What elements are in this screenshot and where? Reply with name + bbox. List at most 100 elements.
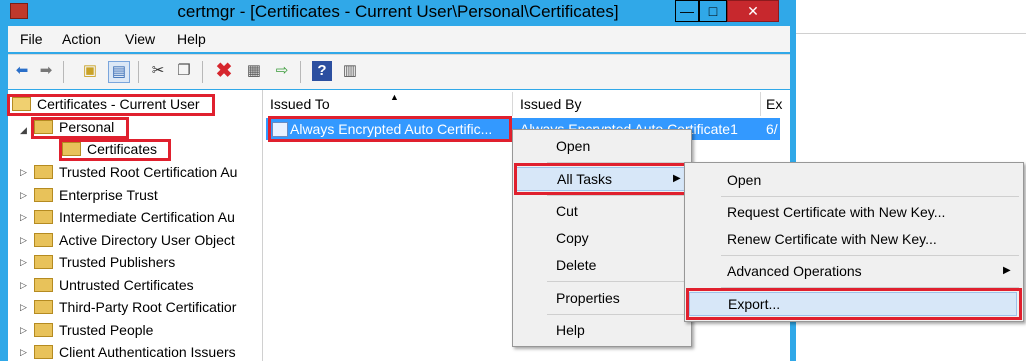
submenu-item-request-certificate[interactable]: Request Certificate with New Key...	[685, 201, 1023, 223]
menu-item-label: Copy	[556, 230, 589, 246]
tree-item[interactable]: Third-Party Root Certificatior	[34, 296, 236, 318]
delete-icon[interactable]: ✖	[214, 61, 234, 81]
column-issued-to[interactable]: Issued To	[270, 94, 330, 114]
maximize-button[interactable]: □	[699, 0, 727, 22]
tree-item[interactable]: Enterprise Trust	[34, 184, 158, 206]
menu-item-open[interactable]: Open	[513, 135, 691, 157]
highlight-root	[7, 94, 215, 116]
tree-item[interactable]: Client Authentication Issuers	[34, 341, 236, 363]
toolbar: ⬅ ➡ ▣ ▤ ✂ ❐ ✖ ▦ ⇨ ? ▥	[8, 54, 790, 89]
context-menu: Open All Tasks ▶ Cut Copy Delete Propert…	[512, 129, 692, 347]
menu-item-help[interactable]: Help	[513, 319, 691, 341]
column-issued-by[interactable]: Issued By	[520, 94, 581, 114]
expand-icon[interactable]: ▷	[20, 257, 27, 268]
tree-item[interactable]: Intermediate Certification Au	[34, 206, 235, 228]
tree-item[interactable]: Trusted People	[34, 319, 153, 341]
tree-item-label: Enterprise Trust	[59, 187, 158, 203]
help-icon[interactable]: ?	[312, 61, 332, 81]
submenu-arrow-icon: ▶	[1003, 265, 1011, 276]
menu-item-label: Open	[727, 172, 762, 188]
close-button[interactable]: ✕	[727, 0, 779, 22]
expand-icon[interactable]: ▷	[20, 190, 27, 201]
back-icon[interactable]: ⬅	[12, 61, 32, 81]
tree-item-label: Untrusted Certificates	[59, 277, 194, 293]
sort-ascending-icon: ▲	[390, 92, 399, 102]
tree-item-label: Intermediate Certification Au	[59, 209, 235, 225]
menu-view[interactable]: View	[125, 31, 155, 47]
highlight-export	[686, 288, 1022, 320]
submenu-item-renew-certificate[interactable]: Renew Certificate with New Key...	[685, 228, 1023, 250]
highlight-certificates	[59, 139, 171, 161]
menu-item-label: Request Certificate with New Key...	[727, 204, 946, 220]
expand-icon[interactable]: ▷	[20, 235, 27, 246]
menu-separator	[547, 314, 687, 315]
folder-icon	[34, 188, 53, 203]
menu-separator	[721, 255, 1019, 256]
highlight-personal	[31, 117, 129, 139]
expand-icon[interactable]: ▷	[20, 325, 27, 336]
expand-icon[interactable]: ▷	[20, 280, 27, 291]
tree-item-label: Trusted Publishers	[59, 254, 176, 270]
folder-icon	[34, 210, 53, 225]
menu-action[interactable]: Action	[62, 31, 101, 47]
divider	[796, 33, 1026, 34]
menu-item-delete[interactable]: Delete	[513, 254, 691, 276]
menu-item-label: Properties	[556, 290, 620, 306]
folder-icon	[34, 323, 53, 338]
menu-separator	[547, 281, 687, 282]
expand-icon[interactable]: ▷	[20, 212, 27, 223]
menu-item-label: Cut	[556, 203, 578, 219]
tree-item-label: Active Directory User Object	[59, 232, 235, 248]
tree-item[interactable]: Untrusted Certificates	[34, 274, 194, 296]
collapse-icon[interactable]: ◢	[20, 125, 27, 136]
tree-item[interactable]: Trusted Publishers	[34, 251, 175, 273]
menu-separator	[547, 195, 687, 196]
folder-icon	[34, 278, 53, 293]
highlight-certificate-row	[268, 116, 512, 142]
menu-item-label: Open	[556, 138, 591, 154]
tree-item-label: Trusted People	[59, 322, 154, 338]
folder-icon	[34, 255, 53, 270]
tree-item-label: Third-Party Root Certificatior	[59, 299, 237, 315]
tree-item[interactable]: Trusted Root Certification Au	[34, 161, 237, 183]
menu-item-label: Advanced Operations	[727, 263, 862, 279]
menu-item-copy[interactable]: Copy	[513, 227, 691, 249]
menu-help[interactable]: Help	[177, 31, 206, 47]
properties-icon[interactable]: ▦	[244, 61, 264, 81]
menu-item-label: Renew Certificate with New Key...	[727, 231, 937, 247]
folder-icon	[34, 233, 53, 248]
export-list-icon[interactable]: ⇨	[272, 61, 292, 81]
menu-item-label: Delete	[556, 257, 597, 273]
tree-item-label: Trusted Root Certification Au	[59, 164, 238, 180]
tree-item-label: Client Authentication Issuers	[59, 344, 236, 360]
show-hide-tree-icon[interactable]: ▤	[108, 61, 130, 83]
menu-separator	[721, 196, 1019, 197]
expand-icon[interactable]: ▷	[20, 167, 27, 178]
menu-item-properties[interactable]: Properties	[513, 287, 691, 309]
all-tasks-submenu: Open Request Certificate with New Key...…	[684, 162, 1024, 322]
tree-item[interactable]: Active Directory User Object	[34, 229, 235, 251]
column-divider[interactable]	[760, 92, 761, 116]
menu-item-label: Help	[556, 322, 585, 338]
console-tree: Certificates - Current User ◢ Personal C…	[7, 90, 263, 363]
submenu-item-advanced-operations[interactable]: Advanced Operations ▶	[685, 260, 1023, 282]
action-pane-icon[interactable]: ▥	[340, 61, 360, 81]
column-divider[interactable]	[512, 92, 513, 116]
column-expiration[interactable]: Ex	[766, 94, 782, 114]
menu-item-cut[interactable]: Cut	[513, 200, 691, 222]
expand-icon[interactable]: ▷	[20, 347, 27, 358]
up-folder-icon[interactable]: ▣	[80, 61, 100, 81]
minimize-button[interactable]: —	[675, 0, 699, 22]
menu-bar: File Action View Help	[8, 26, 790, 52]
cell-expiration: 6/	[766, 121, 778, 137]
menu-file[interactable]: File	[20, 31, 43, 47]
folder-icon	[34, 345, 53, 360]
copy-icon[interactable]: ❐	[174, 61, 194, 81]
title-bar[interactable]: certmgr - [Certificates - Current User\P…	[0, 0, 796, 26]
expand-icon[interactable]: ▷	[20, 302, 27, 313]
highlight-all-tasks	[514, 163, 688, 195]
folder-icon	[34, 165, 53, 180]
submenu-item-open[interactable]: Open	[685, 169, 1023, 191]
cut-icon[interactable]: ✂	[148, 61, 168, 81]
forward-icon[interactable]: ➡	[36, 61, 56, 81]
